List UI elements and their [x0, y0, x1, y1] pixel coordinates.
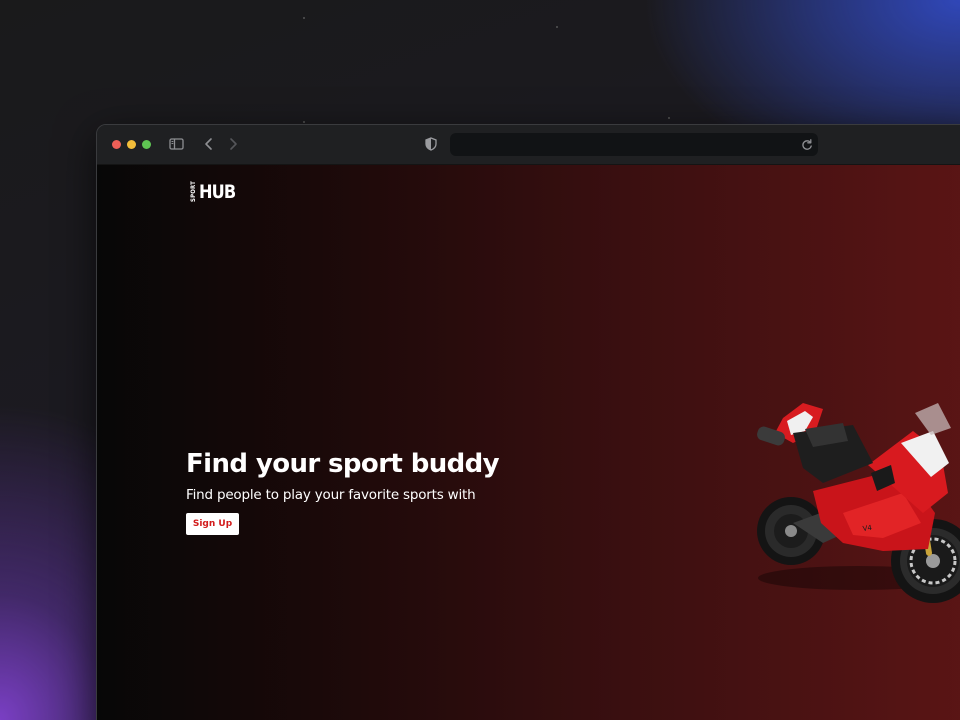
logo-small-text: SPORT [190, 181, 197, 203]
shield-icon[interactable] [420, 134, 442, 154]
web-page: SPORT HUB Find your sport buddy Find peo… [97, 165, 960, 720]
chevron-right-icon[interactable] [222, 134, 244, 154]
reload-icon[interactable] [800, 137, 814, 151]
hero-subtitle: Find people to play your favorite sports… [186, 487, 476, 503]
background-star [556, 26, 558, 28]
site-logo[interactable]: SPORT HUB [190, 181, 242, 203]
minimize-window-button[interactable] [127, 140, 136, 149]
browser-window: SPORT HUB Find your sport buddy Find peo… [96, 124, 960, 720]
background-star [303, 121, 305, 123]
hero-title: Find your sport buddy [186, 449, 500, 479]
background-star [303, 17, 305, 19]
chevron-left-icon[interactable] [198, 134, 220, 154]
motorcycle-image: V4 [757, 403, 960, 603]
maximize-window-button[interactable] [142, 140, 151, 149]
browser-toolbar [97, 125, 960, 165]
svg-text:V4: V4 [862, 524, 873, 533]
address-bar[interactable] [450, 133, 818, 156]
sign-up-button[interactable]: Sign Up [186, 513, 239, 535]
background-star [668, 117, 670, 119]
logo-large-text: HUB [199, 181, 236, 203]
close-window-button[interactable] [112, 140, 121, 149]
sidebar-icon[interactable] [166, 134, 188, 154]
